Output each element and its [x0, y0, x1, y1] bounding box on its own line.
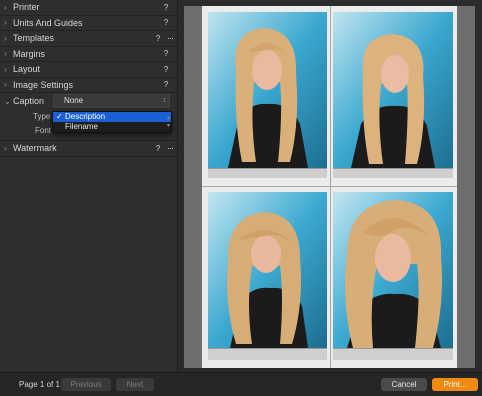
caption-bar: [208, 168, 327, 178]
print-settings-panel: › Printer ? › Units And Guides ? › Templ…: [0, 0, 178, 372]
checkmark-icon: ✓: [56, 112, 63, 121]
section-image-settings[interactable]: › Image Settings ?: [0, 78, 177, 93]
help-icon[interactable]: ?: [161, 18, 171, 27]
help-icon[interactable]: ?: [161, 65, 171, 74]
dropdown-arrow-icon: ↕: [162, 97, 167, 104]
scroll-arrows-icon: ▴ ▾: [167, 115, 171, 129]
section-templates[interactable]: › Templates ? ···: [0, 31, 177, 47]
section-label: Watermark: [13, 143, 57, 154]
section-label: Templates: [13, 33, 55, 44]
previous-button[interactable]: Previous: [61, 378, 111, 391]
photo-cell-2[interactable]: [333, 12, 453, 168]
print-button[interactable]: Print...: [432, 378, 478, 391]
chevron-right-icon: ›: [4, 143, 7, 153]
caption-label: Caption: [13, 96, 45, 106]
section-layout[interactable]: › Layout ?: [0, 62, 177, 78]
photo-cell-4[interactable]: [333, 192, 453, 348]
caption-select-value: None: [64, 96, 84, 105]
photo-cell-3[interactable]: [208, 192, 327, 348]
page-indicator: Page 1 of 1: [19, 380, 60, 389]
caption-select[interactable]: None ↕: [53, 94, 170, 108]
chevron-right-icon: ›: [4, 80, 7, 90]
option-label: Description: [65, 112, 106, 121]
guide-line: [330, 6, 331, 368]
section-watermark[interactable]: › Watermark ? ···: [0, 141, 177, 157]
caption-bar: [208, 348, 327, 360]
font-label: Font: [35, 126, 52, 135]
guide-line: [202, 186, 457, 187]
type-dropdown-menu: ✓ Description Filename ▴ ▾: [52, 111, 172, 133]
portrait-image: [333, 192, 453, 348]
help-icon[interactable]: ?: [161, 49, 171, 58]
chevron-down-icon: ⌄: [4, 96, 11, 106]
photo-cell-1[interactable]: [208, 12, 327, 168]
caption-bar: [333, 348, 453, 360]
cancel-button[interactable]: Cancel: [381, 378, 427, 391]
section-label: Image Settings: [13, 79, 74, 90]
next-button[interactable]: Next: [116, 378, 154, 391]
caption-header[interactable]: ⌄ Caption: [4, 96, 44, 106]
type-label: Type: [33, 112, 51, 121]
help-icon[interactable]: ?: [161, 3, 171, 12]
section-label: Units And Guides: [13, 17, 83, 28]
chevron-right-icon: ›: [4, 33, 7, 43]
help-icon[interactable]: ?: [161, 80, 171, 89]
section-label: Printer: [13, 2, 40, 13]
section-label: Layout: [13, 64, 41, 75]
chevron-right-icon: ›: [4, 18, 7, 28]
more-options-icon[interactable]: ···: [163, 143, 177, 153]
caption-bar: [333, 168, 453, 178]
menu-option-description[interactable]: ✓ Description: [53, 112, 171, 122]
portrait-image: [208, 192, 327, 348]
section-printer[interactable]: › Printer ?: [0, 0, 177, 16]
section-label: Margins: [13, 48, 46, 59]
more-options-icon[interactable]: ···: [163, 33, 177, 43]
portrait-image: [208, 12, 327, 168]
chevron-right-icon: ›: [4, 2, 7, 12]
option-label: Filename: [65, 122, 98, 131]
help-icon[interactable]: ?: [153, 144, 163, 153]
menu-option-filename[interactable]: Filename: [53, 122, 171, 132]
chevron-right-icon: ›: [4, 49, 7, 59]
footer-bar: Page 1 of 1 Previous Next Cancel Print..…: [0, 372, 482, 396]
portrait-image: [333, 12, 453, 168]
help-icon[interactable]: ?: [153, 34, 163, 43]
chevron-right-icon: ›: [4, 64, 7, 74]
section-units-and-guides[interactable]: › Units And Guides ?: [0, 16, 177, 31]
section-margins[interactable]: › Margins ?: [0, 47, 177, 62]
